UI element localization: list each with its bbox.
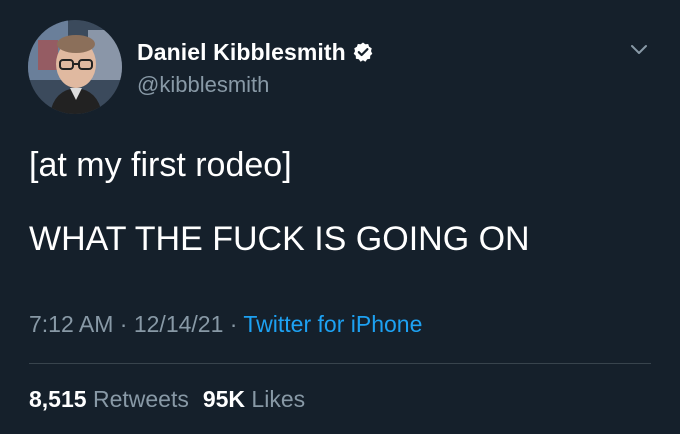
tweet-text-line-2: WHAT THE FUCK IS GOING ON bbox=[29, 220, 530, 258]
retweets-label: Retweets bbox=[92, 386, 189, 412]
divider bbox=[29, 363, 651, 364]
tweet-meta: 7:12 AM · 12/14/21 · Twitter for iPhone bbox=[29, 311, 422, 338]
tweet-card: Daniel Kibblesmith @kibblesmith [at my f… bbox=[0, 0, 680, 434]
tweet-stats: 8,515 Retweets 95K Likes bbox=[29, 386, 305, 413]
retweets-stat[interactable]: 8,515 Retweets bbox=[29, 386, 189, 412]
meta-separator: · bbox=[223, 311, 244, 337]
likes-label: Likes bbox=[251, 386, 306, 412]
tweet-text-line-1: [at my first rodeo] bbox=[29, 146, 292, 184]
author-name[interactable]: Daniel Kibblesmith bbox=[137, 39, 346, 66]
meta-separator: · bbox=[113, 311, 134, 337]
author-handle[interactable]: @kibblesmith bbox=[137, 72, 269, 98]
likes-count: 95K bbox=[202, 386, 246, 412]
author-name-row: Daniel Kibblesmith bbox=[137, 36, 374, 68]
avatar-image bbox=[28, 20, 122, 114]
avatar[interactable] bbox=[28, 20, 122, 114]
retweets-count: 8,515 bbox=[29, 386, 87, 412]
chevron-down-icon[interactable] bbox=[628, 38, 650, 60]
verified-badge-icon bbox=[352, 41, 374, 63]
tweet-date[interactable]: 12/14/21 bbox=[134, 311, 224, 337]
tweet-source-link[interactable]: Twitter for iPhone bbox=[243, 311, 422, 337]
likes-stat[interactable]: 95K Likes bbox=[203, 386, 305, 412]
tweet-time[interactable]: 7:12 AM bbox=[29, 311, 113, 337]
